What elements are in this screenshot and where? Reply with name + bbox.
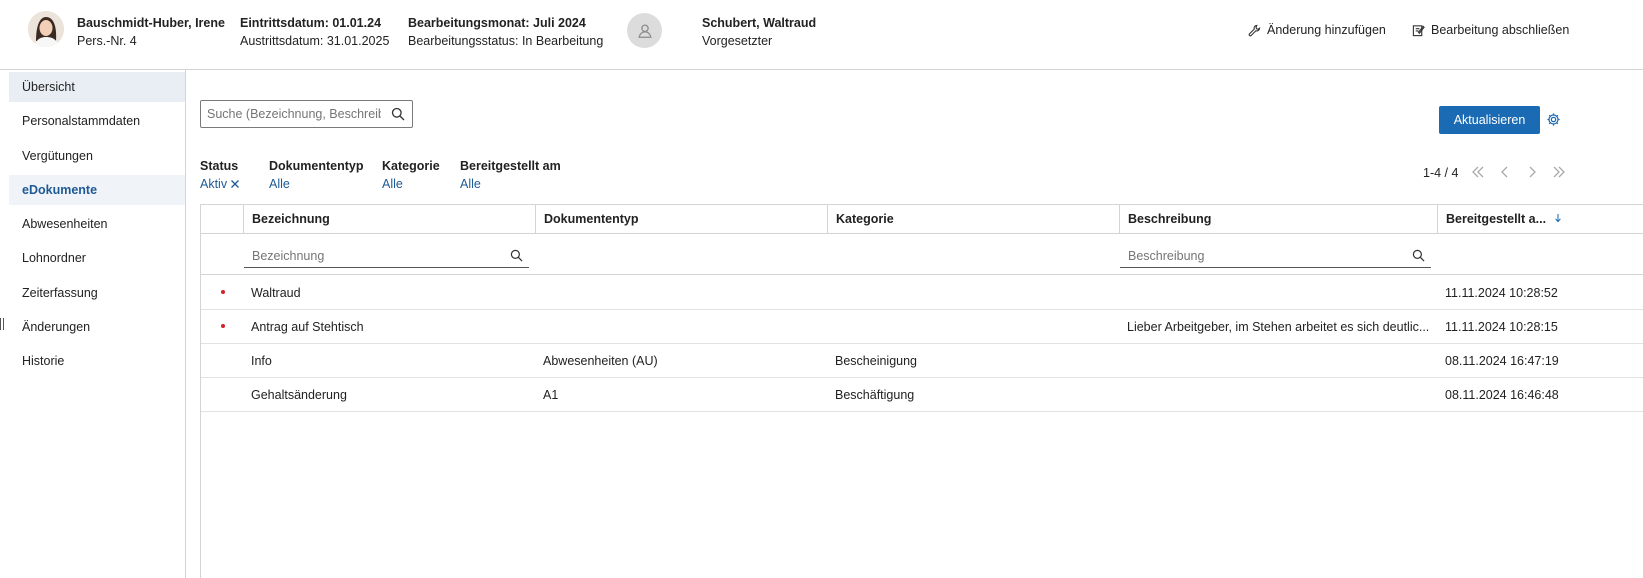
- provided-filter-label: Bereitgestellt am: [460, 159, 561, 173]
- cell-doctype: [535, 310, 827, 344]
- description-filter-field[interactable]: [1120, 244, 1431, 268]
- unread-indicator: [221, 324, 225, 328]
- doctype-filter-value[interactable]: Alle: [269, 175, 363, 193]
- header: Bauschmidt-Huber, Irene Pers.-Nr. 4 Eint…: [0, 0, 1643, 70]
- filter-row: [201, 234, 1643, 275]
- exit-date: Austrittsdatum: 31.01.2025: [240, 34, 390, 48]
- cell-description: Lieber Arbeitgeber, im Stehen arbeitet e…: [1127, 320, 1430, 334]
- employee-info: Bauschmidt-Huber, Irene Pers.-Nr. 4: [77, 14, 225, 50]
- column-header-provided[interactable]: Bereitgestellt a...: [1437, 205, 1565, 234]
- cell-doctype: Abwesenheiten (AU): [543, 354, 658, 368]
- description-filter-input[interactable]: [1120, 244, 1400, 267]
- category-filter: Kategorie Alle: [382, 157, 440, 193]
- employee-number: Pers.-Nr. 4: [77, 34, 137, 48]
- first-page-icon[interactable]: [1470, 164, 1486, 180]
- documents-table: Bezeichnung Dokumententyp Kategorie Besc…: [200, 204, 1643, 578]
- column-header-category[interactable]: Kategorie: [827, 205, 1119, 234]
- status-filter: Status Aktiv: [200, 157, 240, 193]
- table-row[interactable]: Antrag auf Stehtisch Lieber Arbeitgeber,…: [201, 310, 1643, 344]
- cell-doctype: [535, 276, 827, 310]
- cell-provided: 11.11.2024 10:28:15: [1445, 320, 1558, 334]
- column-header-marker: [201, 205, 243, 234]
- cell-name: Info: [251, 354, 272, 368]
- sidebar-item-personalstammdaten[interactable]: Personalstammdaten: [9, 106, 185, 136]
- status-filter-value[interactable]: Aktiv: [200, 175, 240, 193]
- search-icon[interactable]: [1412, 249, 1425, 262]
- cell-category: Beschäftigung: [835, 388, 915, 402]
- cell-description: [1119, 276, 1437, 310]
- edit-document-icon: [1412, 24, 1425, 36]
- provided-filter: Bereitgestellt am Alle: [460, 157, 561, 193]
- search-icon[interactable]: [510, 249, 523, 262]
- processing-status: Bearbeitungsstatus: In Bearbeitung: [408, 34, 604, 48]
- wrench-icon: [1248, 24, 1261, 36]
- cell-doctype: A1: [543, 388, 559, 402]
- category-filter-value[interactable]: Alle: [382, 175, 440, 193]
- employment-dates: Eintrittsdatum: 01.01.24 Austrittsdatum:…: [240, 14, 389, 50]
- cell-description: [1119, 344, 1437, 378]
- employee-name: Bauschmidt-Huber, Irene: [77, 16, 225, 30]
- previous-page-icon[interactable]: [1497, 164, 1513, 180]
- employee-avatar: [28, 11, 64, 47]
- entry-date: Eintrittsdatum: 01.01.24: [240, 16, 382, 30]
- unread-indicator: [221, 290, 225, 294]
- supervisor-role: Vorgesetzter: [702, 34, 773, 48]
- column-header-name[interactable]: Bezeichnung: [243, 205, 535, 234]
- sidebar-item-edokumente[interactable]: eDokumente: [9, 174, 185, 205]
- table-row[interactable]: Info Abwesenheiten (AU) Bescheinigung 08…: [201, 344, 1643, 378]
- next-page-icon[interactable]: [1524, 164, 1540, 180]
- supervisor-avatar-icon: [627, 13, 662, 48]
- cell-category: [827, 310, 1119, 344]
- supervisor-name: Schubert, Waltraud: [702, 16, 817, 30]
- search-field[interactable]: [200, 100, 413, 128]
- finish-editing-label: Bearbeitung abschließen: [1431, 23, 1570, 37]
- last-page-icon[interactable]: [1551, 164, 1567, 180]
- table-row[interactable]: Gehaltsänderung A1 Beschäftigung 08.11.2…: [201, 378, 1643, 412]
- sidebar-item-verguetungen[interactable]: Vergütungen: [9, 141, 185, 171]
- add-change-label: Änderung hinzufügen: [1267, 23, 1386, 37]
- sidebar-item-zeiterfassung[interactable]: Zeiterfassung: [9, 278, 185, 308]
- search-input[interactable]: [201, 101, 381, 127]
- status-filter-label: Status: [200, 159, 239, 173]
- cell-description: [1119, 378, 1437, 412]
- search-icon[interactable]: [391, 107, 405, 121]
- cell-name: Antrag auf Stehtisch: [251, 320, 364, 334]
- sidebar-item-uebersicht[interactable]: Übersicht: [9, 72, 185, 102]
- table-header: Bezeichnung Dokumententyp Kategorie Besc…: [201, 205, 1643, 234]
- sidebar-item-aenderungen[interactable]: Änderungen: [9, 312, 185, 342]
- cell-provided: 11.11.2024 10:28:52: [1445, 286, 1558, 300]
- status-filter-text: Aktiv: [200, 177, 228, 191]
- category-filter-label: Kategorie: [382, 159, 440, 173]
- name-filter-input[interactable]: [244, 244, 501, 267]
- processing-month: Bearbeitungsmonat: Juli 2024: [408, 16, 586, 30]
- column-header-provided-label: Bereitgestellt a...: [1446, 212, 1547, 226]
- cell-name: Waltraud: [251, 286, 301, 300]
- add-change-button[interactable]: Änderung hinzufügen: [1248, 23, 1386, 37]
- name-filter-field[interactable]: [244, 244, 529, 268]
- column-header-description[interactable]: Beschreibung: [1119, 205, 1437, 234]
- provided-filter-value[interactable]: Alle: [460, 175, 561, 193]
- cell-category: [827, 276, 1119, 310]
- sidebar-item-abwesenheiten[interactable]: Abwesenheiten: [9, 209, 185, 239]
- sort-descending-icon[interactable]: [1554, 213, 1562, 223]
- doctype-filter-label: Dokumententyp: [269, 159, 364, 173]
- pager-range: 1-4 / 4: [1423, 166, 1459, 180]
- refresh-button[interactable]: Aktualisieren: [1439, 106, 1540, 134]
- close-icon[interactable]: [230, 179, 240, 189]
- doctype-filter: Dokumententyp Alle: [269, 157, 363, 193]
- processing-info: Bearbeitungsmonat: Juli 2024 Bearbeitung…: [408, 14, 603, 50]
- column-header-doctype[interactable]: Dokumententyp: [535, 205, 827, 234]
- table-row[interactable]: Waltraud 11.11.2024 10:28:52: [201, 276, 1643, 310]
- cell-provided: 08.11.2024 16:46:48: [1445, 388, 1559, 402]
- cell-category: Bescheinigung: [835, 354, 918, 368]
- gear-icon[interactable]: [1546, 112, 1561, 127]
- sidebar-item-lohnordner[interactable]: Lohnordner: [9, 243, 185, 273]
- cell-provided: 08.11.2024 16:47:19: [1445, 354, 1559, 368]
- sidebar-item-historie[interactable]: Historie: [9, 346, 185, 376]
- sidebar-resize-handle[interactable]: [0, 318, 4, 330]
- finish-editing-button[interactable]: Bearbeitung abschließen: [1412, 23, 1569, 37]
- sidebar: Übersicht Personalstammdaten Vergütungen…: [0, 70, 186, 578]
- supervisor-info: Schubert, Waltraud Vorgesetzter: [702, 14, 816, 50]
- cell-name: Gehaltsänderung: [251, 388, 347, 402]
